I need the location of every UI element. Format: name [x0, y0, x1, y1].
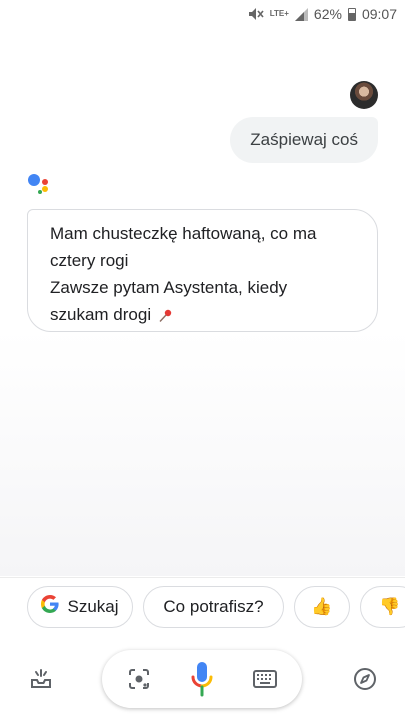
battery-percent: 62% [313, 6, 342, 22]
clock: 09:07 [361, 6, 397, 22]
thumbs-down-icon: 👎 [379, 597, 401, 616]
input-pill [102, 650, 302, 708]
assistant-line: szukam drogi [50, 305, 152, 324]
signal-icon [294, 7, 308, 21]
assistant-line: cztery rogi [50, 251, 129, 270]
suggestion-chips: Szukaj Co potrafisz? 👍 👎 [0, 577, 405, 640]
conversation-area: Zaśpiewaj coś Mam chusteczkę haftowaną, … [0, 28, 405, 576]
battery-icon [347, 7, 356, 21]
what-can-you-do-chip[interactable]: Co potrafisz? [143, 586, 284, 628]
lens-icon[interactable] [124, 664, 154, 694]
mute-icon [248, 7, 264, 21]
compass-icon[interactable] [350, 664, 380, 694]
assistant-logo-icon [28, 174, 54, 200]
network-label: LTE+ [269, 9, 289, 18]
user-message-text: Zaśpiewaj coś [250, 130, 358, 149]
mic-icon[interactable] [188, 660, 216, 700]
inbox-icon[interactable] [26, 664, 56, 694]
assistant-line: Mam chusteczkę haftowaną, co ma [50, 224, 317, 243]
avatar[interactable] [350, 81, 378, 109]
pushpin-icon [159, 309, 172, 322]
thumbs-down-chip[interactable]: 👎 [360, 586, 405, 628]
bottom-bar [0, 640, 405, 720]
lte-icon: LTE+ [270, 10, 289, 18]
keyboard-icon[interactable] [250, 664, 280, 694]
assistant-line-last: szukam drogi [50, 301, 355, 328]
thumbs-up-icon: 👍 [311, 597, 333, 616]
user-message-bubble: Zaśpiewaj coś [230, 117, 378, 163]
google-g-icon [41, 595, 60, 619]
assistant-message-bubble: Mam chusteczkę haftowaną, co ma cztery r… [27, 209, 378, 332]
ability-chip-label: Co potrafisz? [163, 597, 264, 616]
search-chip-label: Szukaj [67, 597, 119, 616]
status-bar: LTE+ 62% 09:07 [0, 0, 405, 28]
assistant-line: Zawsze pytam Asystenta, kiedy [50, 278, 288, 297]
search-chip[interactable]: Szukaj [27, 586, 133, 628]
thumbs-up-chip[interactable]: 👍 [294, 586, 350, 628]
